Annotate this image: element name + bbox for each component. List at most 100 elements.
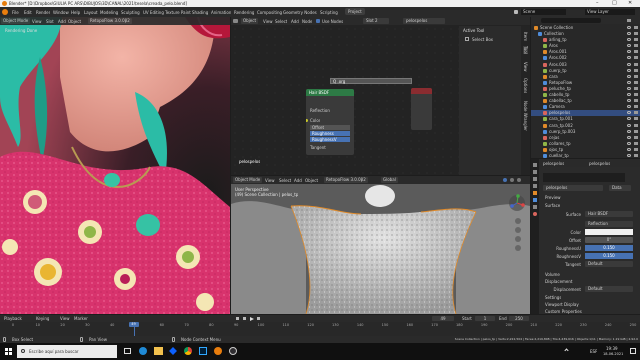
timeline-ruler[interactable]: 0102030405060708090100110120130140150160… bbox=[0, 322, 640, 336]
side-tab-options[interactable]: Options bbox=[523, 78, 528, 93]
render-toggle-icon[interactable] bbox=[634, 111, 638, 115]
side-tab-tool[interactable]: Tool bbox=[523, 46, 528, 54]
material-selector[interactable]: pelospelos bbox=[543, 185, 603, 191]
outliner-row[interactable]: Camera bbox=[531, 104, 640, 110]
section-custom-properties[interactable]: Custom Properties bbox=[545, 309, 582, 314]
displacement-field[interactable]: Default bbox=[585, 286, 633, 292]
side-tab-item[interactable]: Item bbox=[523, 32, 528, 41]
render-toggle-icon[interactable] bbox=[634, 135, 638, 139]
visibility-eye-icon[interactable] bbox=[627, 147, 631, 151]
tab-modeling[interactable]: Modeling bbox=[100, 10, 118, 15]
side-tab-node-wrangler[interactable]: Node Wrangler bbox=[523, 101, 528, 131]
outliner-row[interactable]: Aros.002 bbox=[531, 55, 640, 61]
outliner-row[interactable]: cara bbox=[531, 74, 640, 80]
visibility-eye-icon[interactable] bbox=[627, 44, 631, 48]
scene-tab-icon[interactable] bbox=[533, 184, 537, 188]
node-menu-select[interactable]: Select bbox=[275, 19, 287, 24]
visibility-eye-icon[interactable] bbox=[627, 111, 631, 115]
render-menu-add[interactable]: Add bbox=[58, 19, 66, 24]
menu-help[interactable]: Help bbox=[71, 10, 80, 15]
render-retopoflow-button[interactable]: RetopoFlow 3.0.0β2 bbox=[88, 18, 132, 24]
material-name-field[interactable]: pelospelos bbox=[403, 18, 445, 24]
outliner-row[interactable]: Aros.001 bbox=[531, 49, 640, 55]
shading-material-icon[interactable] bbox=[510, 178, 514, 182]
notifications-icon[interactable] bbox=[630, 348, 636, 354]
render-toggle-icon[interactable] bbox=[634, 147, 638, 151]
material-slot-list[interactable] bbox=[543, 173, 625, 182]
viewport-menu-object[interactable]: Object bbox=[305, 178, 318, 183]
node-search-box[interactable]: Q .org bbox=[330, 78, 412, 84]
tray-chevron-icon[interactable] bbox=[564, 348, 569, 353]
render-tab-icon[interactable] bbox=[533, 170, 537, 174]
play-reverse-icon[interactable] bbox=[243, 317, 246, 320]
viewport-mode-dropdown[interactable]: Object Mode bbox=[233, 177, 263, 183]
data-link-dropdown[interactable]: Data bbox=[609, 185, 631, 191]
dropbox-app-icon[interactable] bbox=[169, 347, 177, 355]
node-field-roughness[interactable]: Roughness bbox=[310, 131, 350, 136]
section-settings[interactable]: Settings bbox=[545, 295, 561, 300]
visibility-eye-icon[interactable] bbox=[627, 117, 631, 121]
node-menu-view[interactable]: View bbox=[263, 19, 273, 24]
filter-icon[interactable] bbox=[627, 19, 631, 22]
render-mode-dropdown[interactable]: Object Mode bbox=[1, 18, 31, 24]
visibility-eye-icon[interactable] bbox=[627, 123, 631, 127]
tab-sculpting[interactable]: Sculpting bbox=[121, 10, 140, 15]
section-viewport-display[interactable]: Viewport Display bbox=[545, 302, 579, 307]
side-tab-view[interactable]: View bbox=[523, 62, 528, 72]
shading-rendered-icon[interactable] bbox=[517, 178, 521, 182]
render-toggle-icon[interactable] bbox=[634, 141, 638, 145]
outliner-search-field[interactable] bbox=[541, 18, 601, 23]
minimize-button[interactable]: – bbox=[596, 0, 608, 6]
perspective-toggle-icon[interactable] bbox=[515, 245, 521, 251]
tab-layout[interactable]: Layout bbox=[84, 10, 98, 15]
timeline-menu-playback[interactable]: Playback bbox=[4, 316, 22, 321]
outliner-row[interactable]: Aros.003 bbox=[531, 62, 640, 68]
visibility-eye-icon[interactable] bbox=[627, 154, 631, 157]
surface-shader-field[interactable]: Hair BSDF bbox=[585, 211, 633, 217]
render-menu-view[interactable]: View bbox=[32, 19, 42, 24]
outliner-row[interactable]: Collection bbox=[531, 31, 640, 37]
end-frame-field[interactable]: 250 bbox=[509, 316, 529, 321]
section-displacement[interactable]: Displacement bbox=[545, 279, 573, 284]
render-toggle-icon[interactable] bbox=[634, 32, 638, 35]
menu-window[interactable]: Window bbox=[53, 10, 69, 15]
section-preview[interactable]: Preview bbox=[545, 195, 561, 200]
tab-geometry-nodes[interactable]: Geometry Nodes bbox=[283, 10, 317, 15]
keyboard-language[interactable]: ESP bbox=[590, 349, 597, 354]
visibility-eye-icon[interactable] bbox=[627, 74, 631, 78]
render-toggle-icon[interactable] bbox=[634, 74, 638, 78]
render-toggle-icon[interactable] bbox=[634, 93, 638, 96]
render-toggle-icon[interactable] bbox=[634, 26, 638, 29]
start-frame-field[interactable]: 1 bbox=[475, 316, 495, 321]
visibility-eye-icon[interactable] bbox=[627, 62, 631, 66]
render-toggle-icon[interactable] bbox=[634, 123, 638, 127]
render-menu-slot[interactable]: Slot bbox=[46, 19, 54, 24]
obs-app-icon[interactable] bbox=[229, 347, 237, 355]
visibility-eye-icon[interactable] bbox=[627, 99, 631, 103]
zoom-icon[interactable] bbox=[515, 218, 521, 224]
material-tab-icon[interactable] bbox=[533, 212, 537, 216]
render-toggle-icon[interactable] bbox=[634, 154, 638, 157]
section-surface[interactable]: Surface bbox=[545, 203, 560, 208]
chrome-app-icon[interactable] bbox=[184, 347, 192, 355]
current-frame-field[interactable]: 49 bbox=[432, 316, 454, 321]
blender-app-icon[interactable] bbox=[214, 347, 222, 355]
hair-bsdf-node[interactable]: Hair BSDF Reflection Color Offset Roughn… bbox=[306, 89, 354, 155]
select-box-icon[interactable] bbox=[465, 37, 469, 41]
material-output-node[interactable] bbox=[411, 88, 432, 130]
menu-file[interactable]: File bbox=[12, 10, 19, 15]
outliner-row[interactable]: RetopoFlow bbox=[531, 80, 640, 86]
node-menu-node[interactable]: Node bbox=[302, 19, 312, 24]
outliner-row[interactable]: pelospelos bbox=[531, 110, 640, 117]
timeline[interactable]: Playback Keying View Marker 49 Start 1 E… bbox=[0, 315, 640, 336]
modifier-tab-icon[interactable] bbox=[533, 198, 537, 202]
render-toggle-icon[interactable] bbox=[634, 50, 638, 54]
render-menu-object[interactable]: Object bbox=[68, 19, 81, 24]
tab-rendering[interactable]: Rendering bbox=[234, 10, 254, 15]
render-toggle-icon[interactable] bbox=[634, 117, 638, 121]
close-window-button[interactable]: ✕ bbox=[628, 0, 640, 6]
tab-shading[interactable]: Shading bbox=[192, 10, 208, 15]
node-field-offset[interactable]: Offset bbox=[310, 125, 350, 130]
roughnessu-field[interactable]: 0.150 bbox=[585, 245, 633, 251]
output-tab-icon[interactable] bbox=[533, 177, 537, 181]
